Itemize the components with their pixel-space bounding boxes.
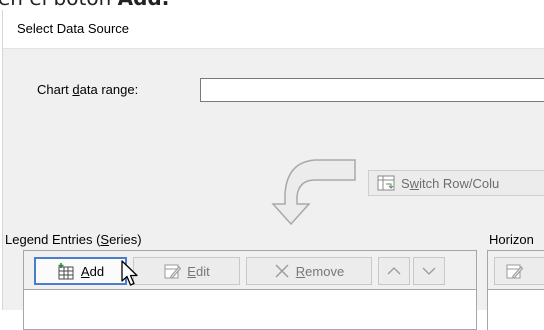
caption-text: en el botón: [0, 0, 118, 10]
edit-series-icon: [163, 262, 182, 280]
add-series-icon: [57, 262, 75, 280]
horizontal-axis-labels-list[interactable]: [487, 290, 544, 330]
dialog-titlebar: Select Data Source: [3, 10, 544, 49]
switch-row-column-icon: [377, 175, 395, 191]
remove-x-icon: [274, 263, 290, 279]
curved-arrow-icon: [271, 159, 356, 226]
horizontal-axis-toolbar: [487, 250, 544, 290]
caption-bold-text: Add.: [118, 0, 170, 10]
remove-button-label: Remove: [295, 263, 345, 279]
remove-button[interactable]: Remove: [246, 257, 372, 285]
legend-entries-list[interactable]: [23, 290, 477, 330]
edit-series-icon: [505, 262, 523, 280]
horizontal-edit-button[interactable]: [494, 257, 544, 285]
select-data-source-dialog: Select Data Source Chart data range: Swi…: [2, 10, 544, 330]
mouse-pointer-icon: [121, 260, 138, 286]
switch-row-column-button[interactable]: Switch Row/Colu: [368, 170, 544, 196]
instruction-caption: en el botón Add.: [0, 0, 169, 10]
move-down-icon: [422, 266, 436, 276]
edit-button[interactable]: Edit: [133, 257, 240, 285]
add-button[interactable]: Add: [34, 257, 127, 285]
switch-row-column-label: Switch Row/Colu: [401, 175, 500, 191]
horizontal-axis-labels-label: Horizon: [489, 232, 534, 247]
move-up-button[interactable]: [378, 257, 410, 285]
move-up-icon: [387, 266, 401, 276]
add-button-label: Add: [80, 263, 105, 279]
chart-data-range-input[interactable]: [200, 78, 544, 102]
legend-entries-label: Legend Entries (Series): [5, 232, 142, 247]
dialog-title: Select Data Source: [17, 21, 130, 36]
move-down-button[interactable]: [413, 257, 445, 285]
legend-entries-toolbar: Add Edit Remove: [23, 250, 477, 290]
chart-data-range-label: Chart data range:: [37, 82, 139, 97]
edit-button-label: Edit: [187, 263, 210, 279]
